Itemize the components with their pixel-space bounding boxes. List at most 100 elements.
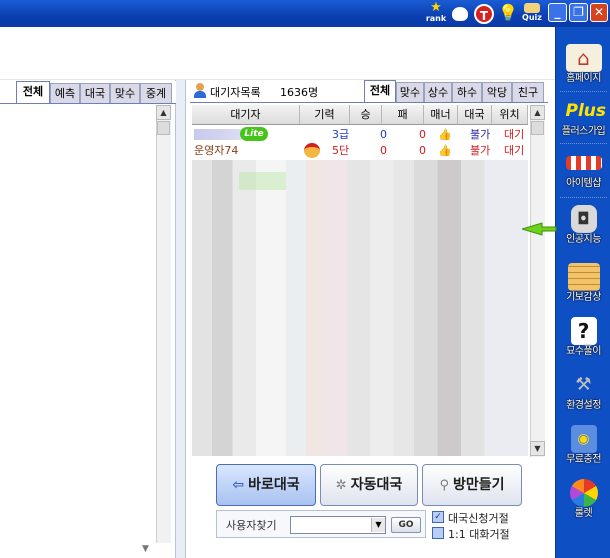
t-icon[interactable]: T — [474, 4, 494, 24]
title-bar: ★ rank T 💡 Quiz _ ❐ ✕ — [0, 0, 610, 27]
tab-broadcast[interactable]: 중계 — [140, 83, 172, 103]
sidebar-item-home[interactable]: ⌂ 홈페이지 — [560, 44, 607, 90]
col-game[interactable]: 대국 — [458, 105, 492, 125]
roulette-icon — [569, 479, 598, 507]
home-icon: ⌂ — [565, 44, 602, 72]
sidebar-item-roulette[interactable]: 룰렛 — [560, 479, 607, 525]
sidebar-item-settings[interactable]: ⚒ 환경설정 — [560, 371, 607, 417]
sidebar-item-record[interactable]: 기보감상 — [560, 263, 607, 309]
sidebar-item-puzzle[interactable]: ? 묘수풀이 — [560, 317, 607, 363]
tab-rival-left[interactable]: 맞수 — [110, 83, 140, 103]
refuse-game-checkbox[interactable]: ✓ — [432, 511, 444, 523]
sidebar-item-ai[interactable]: ◘ 인공지능 — [560, 205, 607, 251]
top-area — [0, 27, 555, 80]
col-win[interactable]: 승 — [350, 105, 382, 125]
table-row[interactable]: 운영자74 5단 0 0 👍 불가 대기 — [192, 142, 528, 159]
tab-all-left[interactable]: 전체 — [16, 81, 50, 103]
tools-icon: ⚒ — [575, 374, 592, 395]
wait-scrollbar[interactable]: ▲ ▼ — [530, 105, 545, 457]
tab-all[interactable]: 전체 — [364, 80, 396, 102]
quiz-icon[interactable]: Quiz — [520, 2, 544, 24]
cat-icon[interactable] — [450, 2, 470, 24]
help-bulb-icon[interactable]: 💡 — [498, 2, 518, 24]
thumbs-up-icon: 👍 — [438, 128, 452, 141]
game-value: 불가 — [470, 144, 491, 157]
scroll-thumb[interactable] — [157, 121, 170, 135]
close-button[interactable]: ✕ — [590, 3, 608, 22]
minimize-button[interactable]: _ — [548, 3, 567, 22]
waiting-list-panel: 대기자목록 1636명 전체 맞수 상수 하수 악당 친구 대기자 기력 승 패… — [186, 80, 551, 558]
rank-value: 5단 — [332, 144, 350, 157]
col-manner[interactable]: 매너 — [424, 105, 458, 125]
left-scrollbar[interactable]: ▲ — [156, 105, 171, 543]
scroll-down-button[interactable]: ▼ — [530, 441, 545, 456]
refuse-chat-label: 1:1 대화거절 — [448, 528, 510, 541]
scroll-thumb[interactable] — [531, 121, 544, 135]
restore-button[interactable]: ❐ — [569, 3, 588, 22]
game-value: 불가 — [470, 128, 491, 141]
lite-badge: Lite — [240, 127, 268, 141]
user-icon — [194, 83, 206, 99]
panel-divider[interactable] — [176, 80, 186, 558]
col-player[interactable]: 대기자 — [192, 105, 300, 125]
tab-higher[interactable]: 상수 — [424, 82, 452, 102]
plus-icon: Plus — [565, 101, 607, 121]
win-value: 0 — [380, 144, 387, 157]
col-location[interactable]: 위치 — [492, 105, 528, 125]
sidebar-item-plus[interactable]: Plus 플러스가입 — [560, 97, 607, 143]
scroll-up-button[interactable]: ▲ — [530, 105, 545, 120]
location-value: 대기 — [504, 128, 525, 141]
waiting-count: 1636명 — [280, 86, 319, 99]
key-icon: ⚲ — [439, 478, 449, 493]
sidebar-separator — [560, 143, 607, 144]
table-row[interactable]: Lite 3급 0 0 👍 불가 대기 — [192, 126, 528, 143]
go-button[interactable]: GO — [391, 517, 421, 533]
left-room-panel: 전체 예측 대국 맞수 중계 ▲ ▼ — [0, 80, 176, 558]
sidebar-separator — [560, 91, 607, 92]
col-rank[interactable]: 기력 — [300, 105, 350, 125]
win-value: 0 — [380, 128, 387, 141]
waiting-list-title: 대기자목록 — [210, 86, 261, 99]
rank-value: 3급 — [332, 128, 350, 141]
tab-rival[interactable]: 맞수 — [396, 82, 424, 102]
tab-lower[interactable]: 하수 — [452, 82, 482, 102]
right-sidebar: ⌂ 홈페이지 Plus 플러스가입 아이템샵 ◘ 인공지능 기보감상 ? 묘수풀… — [555, 27, 610, 558]
arrow-left-icon: ⇦ — [232, 477, 245, 493]
direct-game-button[interactable]: ⇦ 바로대국 — [216, 464, 316, 506]
robot-icon: ◘ — [570, 205, 597, 233]
sidebar-separator — [560, 197, 607, 198]
rank-icon[interactable]: ★ rank — [424, 1, 448, 24]
blur-band — [192, 172, 528, 190]
left-tab-bar: 전체 예측 대국 맞수 중계 — [0, 81, 176, 103]
avatar — [304, 143, 320, 158]
blurred-list[interactable] — [192, 160, 528, 456]
tab-game[interactable]: 대국 — [80, 83, 110, 103]
dropdown-arrow-icon[interactable]: ▼ — [371, 518, 385, 532]
col-loss[interactable]: 패 — [382, 105, 424, 125]
tab-predict[interactable]: 예측 — [50, 83, 80, 103]
scroll-up-button[interactable]: ▲ — [156, 105, 171, 120]
waiting-list-header: 대기자목록 1636명 전체 맞수 상수 하수 악당 친구 — [186, 80, 551, 102]
loss-value: 0 — [419, 144, 426, 157]
question-icon: ? — [570, 317, 597, 345]
refuse-game-label: 대국신청거절 — [448, 512, 509, 525]
board-icon — [567, 263, 600, 291]
search-label: 사용자찾기 — [226, 519, 277, 532]
wait-tab-underline — [190, 102, 548, 103]
make-room-button[interactable]: ⚲ 방만들기 — [422, 464, 522, 506]
auto-game-button[interactable]: ✲ 자동대국 — [320, 464, 418, 506]
shop-icon — [565, 156, 602, 170]
refuse-chat-checkbox[interactable] — [432, 527, 444, 539]
blurred-name — [194, 129, 242, 140]
player-name: 운영자74 — [194, 144, 239, 157]
sidebar-item-shop[interactable]: 아이템샵 — [560, 149, 607, 195]
left-scroll-arrows[interactable]: ▼ — [142, 544, 172, 556]
thumbs-up-icon: 👍 — [438, 144, 452, 157]
left-tab-underline — [0, 103, 176, 104]
sidebar-item-charge[interactable]: ◉ 무료충전 — [560, 425, 607, 471]
tab-villain[interactable]: 악당 — [482, 82, 512, 102]
arrow-pointer-icon — [520, 222, 558, 236]
user-search-input[interactable]: ▼ — [290, 516, 386, 534]
tab-friend[interactable]: 친구 — [512, 82, 544, 102]
loss-value: 0 — [419, 128, 426, 141]
